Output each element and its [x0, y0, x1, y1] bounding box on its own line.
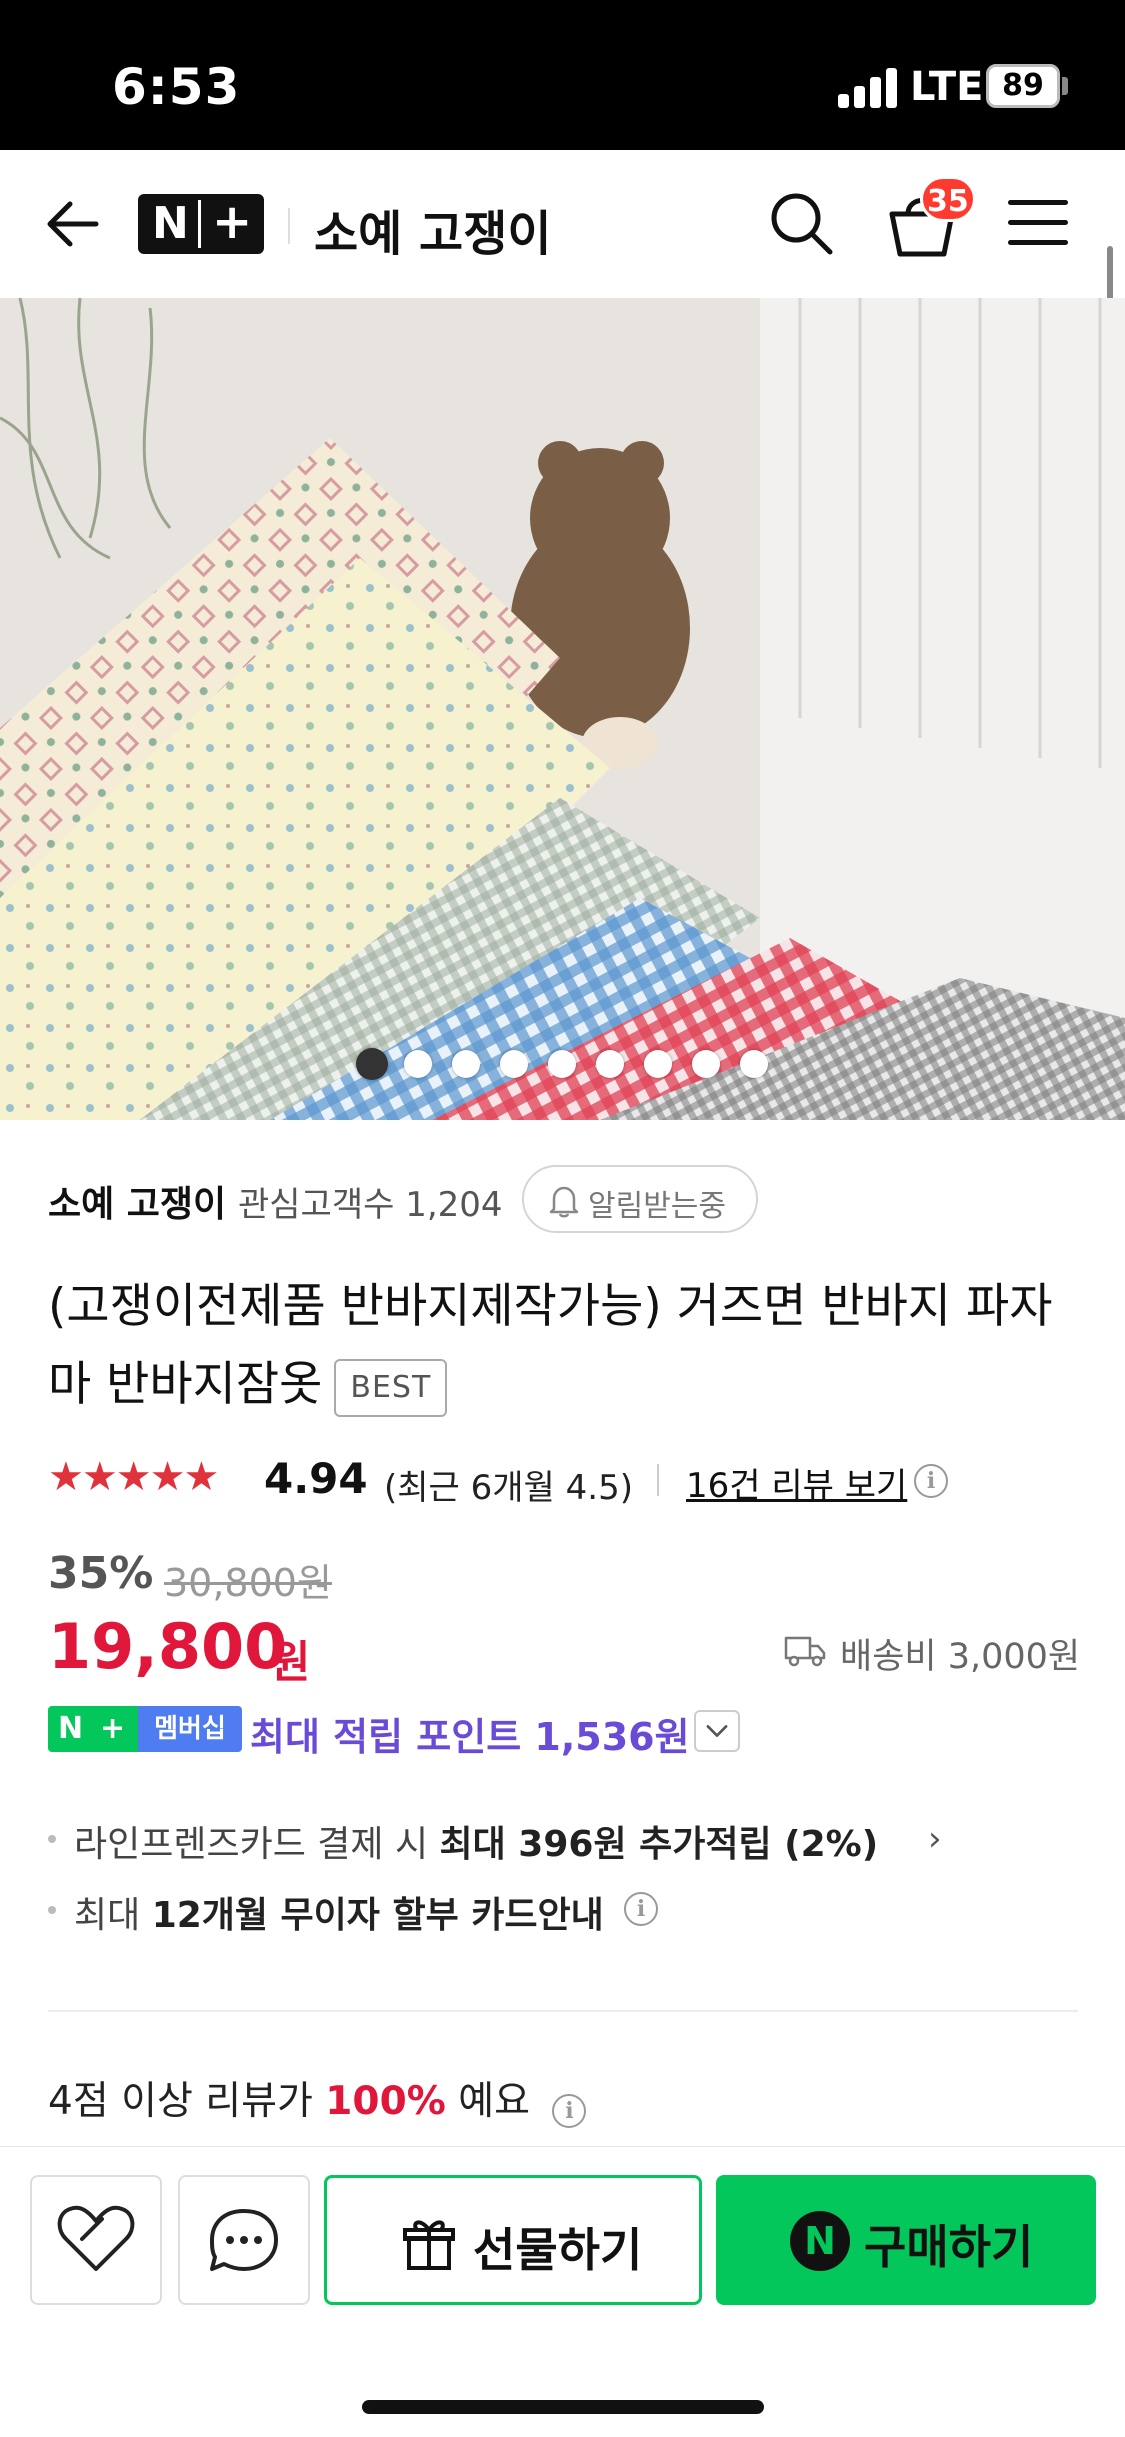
installment-highlight: 12개월 무이자 할부 카드안내	[151, 1895, 604, 1936]
review-summary-value: 100%	[325, 2079, 446, 2124]
bullet	[48, 1906, 56, 1914]
bottom-action-bar: 선물하기 N 구매하기	[0, 2146, 1125, 2437]
naver-plus-logo[interactable]: N +	[138, 194, 264, 254]
chat-icon	[210, 2209, 278, 2271]
card-benefit-text: 라인프렌즈카드 결제 시 최대 396원 추가적립 (2%)	[74, 1815, 878, 1867]
logo-n: N	[152, 198, 189, 249]
price-unit: 원	[270, 1637, 311, 1688]
buy-button[interactable]: N 구매하기	[716, 2175, 1096, 2305]
store-name[interactable]: 소예 고쟁이	[48, 1175, 226, 1227]
best-badge: BEST	[334, 1358, 448, 1417]
membership-label: 멤버십	[138, 1706, 242, 1752]
max-points: 최대 적립 포인트 1,536원	[250, 1715, 690, 1759]
bullet	[48, 1835, 56, 1843]
membership-logo-n: N	[58, 1711, 84, 1746]
buy-label: 구매하기	[864, 2220, 1034, 2274]
back-arrow-icon[interactable]	[40, 190, 108, 258]
pagination-dot[interactable]	[548, 1050, 576, 1078]
star-rating-icon: ★★★★★	[48, 1454, 219, 1500]
product-photo	[0, 298, 1125, 1120]
pagination-dot-active[interactable]	[356, 1048, 388, 1080]
review-summary-prefix: 4점 이상 리뷰가	[48, 2079, 326, 2124]
chevron-down-icon[interactable]	[694, 1710, 740, 1752]
card-benefit-prefix: 라인프렌즈카드 결제 시	[74, 1824, 440, 1865]
cart-count-badge: 35	[920, 176, 976, 222]
signal-icon	[838, 66, 898, 108]
membership-logo: N +	[48, 1706, 138, 1752]
logo-plus: +	[212, 194, 253, 250]
image-pagination	[0, 1048, 1125, 1084]
pagination-dot[interactable]	[692, 1050, 720, 1078]
pagination-dot[interactable]	[452, 1050, 480, 1078]
pagination-dot[interactable]	[644, 1050, 672, 1078]
wishlist-button[interactable]	[30, 2175, 162, 2305]
logo-divider	[198, 200, 201, 248]
gift-label: 선물하기	[473, 2223, 643, 2277]
home-indicator	[362, 2400, 764, 2414]
app-header: N + 소예 고쟁이 35	[0, 150, 1125, 299]
rating-row: ★★★★★ 4.94 (최근 6개월 4.5) 16건 리뷰 보기 i	[48, 1450, 1088, 1510]
pagination-dot[interactable]	[596, 1050, 624, 1078]
info-icon[interactable]: i	[552, 2094, 587, 2128]
discount-rate: 35%	[48, 1548, 154, 1599]
sale-price: 19,800	[48, 1610, 288, 1683]
original-price: 30,800원	[164, 1561, 332, 1605]
recent-rating: (최근 6개월 4.5)	[384, 1468, 633, 1508]
review-summary: 4점 이상 리뷰가 100% 예요 i	[48, 2070, 587, 2128]
pagination-dot[interactable]	[500, 1050, 528, 1078]
reviews-link[interactable]: 16건 리뷰 보기	[686, 1458, 907, 1507]
pagination-dot[interactable]	[740, 1050, 768, 1078]
menu-icon[interactable]	[1008, 196, 1074, 252]
product-title: (고쟁이전제품 반바지제작가능) 거즈면 반바지 파자마 반바지잠옷 BEST	[48, 1268, 1078, 1424]
rating-divider	[657, 1464, 659, 1496]
battery-icon: 89	[986, 64, 1060, 108]
naver-pay-icon: N	[790, 2211, 850, 2271]
header-divider	[288, 208, 290, 244]
network-type: LTE	[910, 64, 984, 110]
product-image[interactable]	[0, 298, 1125, 1120]
truck-icon	[784, 1636, 826, 1667]
bell-icon	[549, 1186, 579, 1218]
header-store-name[interactable]: 소예 고쟁이	[314, 194, 552, 264]
naver-plus-membership-badge: N + 멤버십	[48, 1706, 242, 1752]
info-icon[interactable]: i	[624, 1892, 658, 1926]
product-title-text: (고쟁이전제품 반바지제작가능) 거즈면 반바지 파자마 반바지잠옷	[48, 1279, 1053, 1412]
info-icon[interactable]: i	[914, 1464, 948, 1498]
card-benefit-highlight: 최대 396원 추가적립 (2%)	[439, 1824, 879, 1865]
shipping-fee: 배송비 3,000원	[840, 1637, 1081, 1677]
installment-text: 최대 12개월 무이자 할부 카드안내	[74, 1886, 604, 1938]
installment-prefix: 최대	[74, 1895, 152, 1936]
status-bar: 6:53 LTE 89	[0, 0, 1125, 150]
review-summary-suffix: 예요	[445, 2079, 530, 2124]
alarm-label: 알림받는중	[588, 1189, 726, 1224]
talktalk-button[interactable]	[178, 2175, 310, 2305]
gift-button[interactable]: 선물하기	[324, 2175, 702, 2305]
membership-logo-plus: +	[100, 1711, 126, 1746]
alarm-button[interactable]: 알림받는중	[522, 1165, 758, 1233]
search-icon[interactable]	[766, 188, 836, 258]
battery-tip	[1062, 77, 1068, 95]
heart-icon	[57, 2205, 135, 2271]
gift-icon	[403, 2220, 455, 2270]
rating-score: 4.94	[264, 1454, 368, 1503]
status-time: 6:53	[112, 58, 241, 116]
section-divider	[48, 2010, 1078, 2012]
pagination-dot[interactable]	[404, 1050, 432, 1078]
chevron-right-icon: ›	[928, 1819, 942, 1859]
follower-count: 관심고객수 1,204	[238, 1185, 503, 1225]
